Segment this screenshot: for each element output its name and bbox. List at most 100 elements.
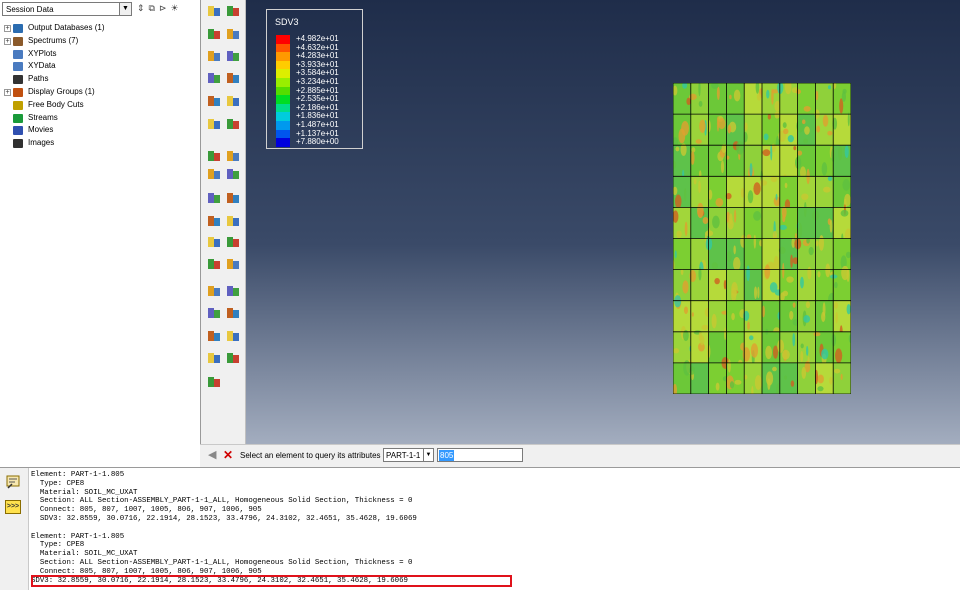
- animate-icon-alt[interactable]: [225, 148, 241, 164]
- tree-item[interactable]: Free Body Cuts: [2, 99, 198, 112]
- tree-item[interactable]: Streams: [2, 112, 198, 125]
- element-id-value: 805: [439, 450, 455, 461]
- tree-item[interactable]: + Spectrums (7): [2, 35, 198, 48]
- legend-scale: +4.982e+01 +4.632e+01 +4.283e+01 +3.933e+01…: [276, 34, 339, 147]
- chevron-down-icon[interactable]: ▼: [119, 3, 131, 15]
- mesh-element[interactable]: [762, 207, 780, 239]
- plot-contours-icon-alt[interactable]: [225, 48, 241, 64]
- contour-patch: [803, 105, 811, 112]
- contour-patch: [786, 276, 794, 283]
- contour-patch: [777, 339, 785, 353]
- allow-multiple-plot-states-icon-alt[interactable]: [225, 116, 241, 132]
- chevron-down-icon[interactable]: ▼: [423, 449, 433, 461]
- filter-icon[interactable]: ⊳: [159, 3, 167, 13]
- expand-icon[interactable]: +: [4, 88, 11, 96]
- contour-patch: [834, 368, 841, 374]
- display-group-icon-alt[interactable]: [225, 328, 241, 344]
- display-group-icon[interactable]: [206, 328, 222, 344]
- query-icon[interactable]: [206, 234, 222, 250]
- legend-swatch: [276, 35, 290, 44]
- contour-patch: [770, 144, 773, 161]
- expand-icon[interactable]: +: [4, 37, 11, 45]
- view-manipulation-icon[interactable]: [206, 374, 222, 390]
- stream-icon: [13, 113, 23, 123]
- element-id-input[interactable]: 805: [437, 448, 523, 462]
- plot-symbols-icon-alt[interactable]: [225, 70, 241, 86]
- create-xy-data-icon-alt[interactable]: [225, 213, 241, 229]
- tree-item[interactable]: XYPlots: [2, 48, 198, 61]
- mesh-element[interactable]: [762, 300, 780, 332]
- contour-patch: [711, 313, 717, 329]
- allow-multiple-plot-states-icon[interactable]: [206, 116, 222, 132]
- animate-icon[interactable]: [206, 148, 222, 164]
- lightbulb-icon[interactable]: ☀: [171, 3, 179, 13]
- plot-symbols-icon[interactable]: [206, 70, 222, 86]
- contour-patch: [753, 211, 762, 221]
- tree-item[interactable]: Paths: [2, 73, 198, 86]
- prompt-bar: ◀ ✕ Select an element to query its attri…: [200, 444, 960, 467]
- message-log: Element: PART-1-1.805 Type: CPE8 Materia…: [31, 471, 417, 585]
- plot-contours-icon[interactable]: [206, 48, 222, 64]
- create-path-icon[interactable]: [206, 256, 222, 272]
- tree-item[interactable]: Images: [2, 137, 198, 150]
- view-cut-icon-alt[interactable]: [225, 190, 241, 206]
- mesh-element[interactable]: [797, 269, 816, 301]
- tree-item[interactable]: + Display Groups (1): [2, 86, 198, 99]
- tree-item[interactable]: + Output Databases (1): [2, 22, 198, 35]
- mesh-element[interactable]: [779, 362, 798, 394]
- contour-patch: [676, 230, 682, 238]
- part-dropdown[interactable]: PART-1-1 ▼: [383, 448, 434, 462]
- plot-material-orientations-icon[interactable]: [206, 93, 222, 109]
- sort-icon[interactable]: ⇕: [137, 3, 145, 13]
- animate-time-history-icon[interactable]: [206, 166, 222, 182]
- plot-undeformed-icon-alt[interactable]: [225, 3, 241, 19]
- legend-entry: +2.535e+01: [276, 95, 339, 104]
- copy-icon[interactable]: ⧉: [149, 3, 155, 13]
- contour-patch: [766, 89, 770, 99]
- mesh-element[interactable]: [797, 176, 816, 208]
- contour-options-icon[interactable]: [206, 305, 222, 321]
- path-icon: [13, 75, 23, 85]
- contour-patch: [757, 286, 760, 299]
- contour-patch: [753, 234, 757, 249]
- create-xy-data-icon[interactable]: [206, 213, 222, 229]
- plot-deformed-icon-alt[interactable]: [225, 26, 241, 42]
- common-plot-options-icon[interactable]: [206, 283, 222, 299]
- animate-time-history-icon-alt[interactable]: [225, 166, 241, 182]
- plot-deformed-icon[interactable]: [206, 26, 222, 42]
- contour-patch: [842, 179, 851, 191]
- expand-icon[interactable]: +: [4, 25, 11, 32]
- plot-undeformed-icon[interactable]: [206, 3, 222, 19]
- legend-swatch: [276, 69, 290, 78]
- tree-item[interactable]: Movies: [2, 124, 198, 137]
- back-arrow-icon[interactable]: ◀: [208, 450, 216, 461]
- contour-patch: [792, 333, 796, 347]
- replace-icon[interactable]: [206, 350, 222, 366]
- replace-icon-alt[interactable]: [225, 350, 241, 366]
- movie-icon: [13, 126, 23, 136]
- contour-patch: [675, 146, 680, 152]
- contour-patch: [825, 263, 831, 278]
- contour-patch: [823, 186, 831, 193]
- command-line-interface-icon[interactable]: >>>: [5, 500, 21, 514]
- cancel-icon[interactable]: ✕: [223, 449, 234, 461]
- legend-swatch: [276, 138, 290, 147]
- mesh-plot[interactable]: [673, 83, 851, 394]
- mesh-element[interactable]: [708, 269, 727, 301]
- legend-entry: +1.487e+01: [276, 120, 339, 130]
- view-cut-icon[interactable]: [206, 190, 222, 206]
- mesh-element[interactable]: [708, 300, 727, 332]
- session-data-dropdown[interactable]: Session Data ▼: [2, 2, 132, 16]
- tree-item-label: Display Groups (1): [28, 86, 95, 96]
- contour-options-icon-alt[interactable]: [225, 305, 241, 321]
- plot-material-orientations-icon-alt[interactable]: [225, 93, 241, 109]
- create-path-icon-alt[interactable]: [225, 256, 241, 272]
- tree-item[interactable]: XYData: [2, 60, 198, 73]
- mesh-model[interactable]: [673, 83, 851, 394]
- contour-patch: [790, 254, 793, 268]
- common-plot-options-icon-alt[interactable]: [225, 283, 241, 299]
- image-icon: [13, 139, 23, 149]
- message-area-icon[interactable]: [6, 475, 21, 489]
- query-icon-alt[interactable]: [225, 234, 241, 250]
- viewport[interactable]: SDV3 +4.982e+01 +4.632e+01 +4.283e+01 +3.93…: [246, 0, 960, 444]
